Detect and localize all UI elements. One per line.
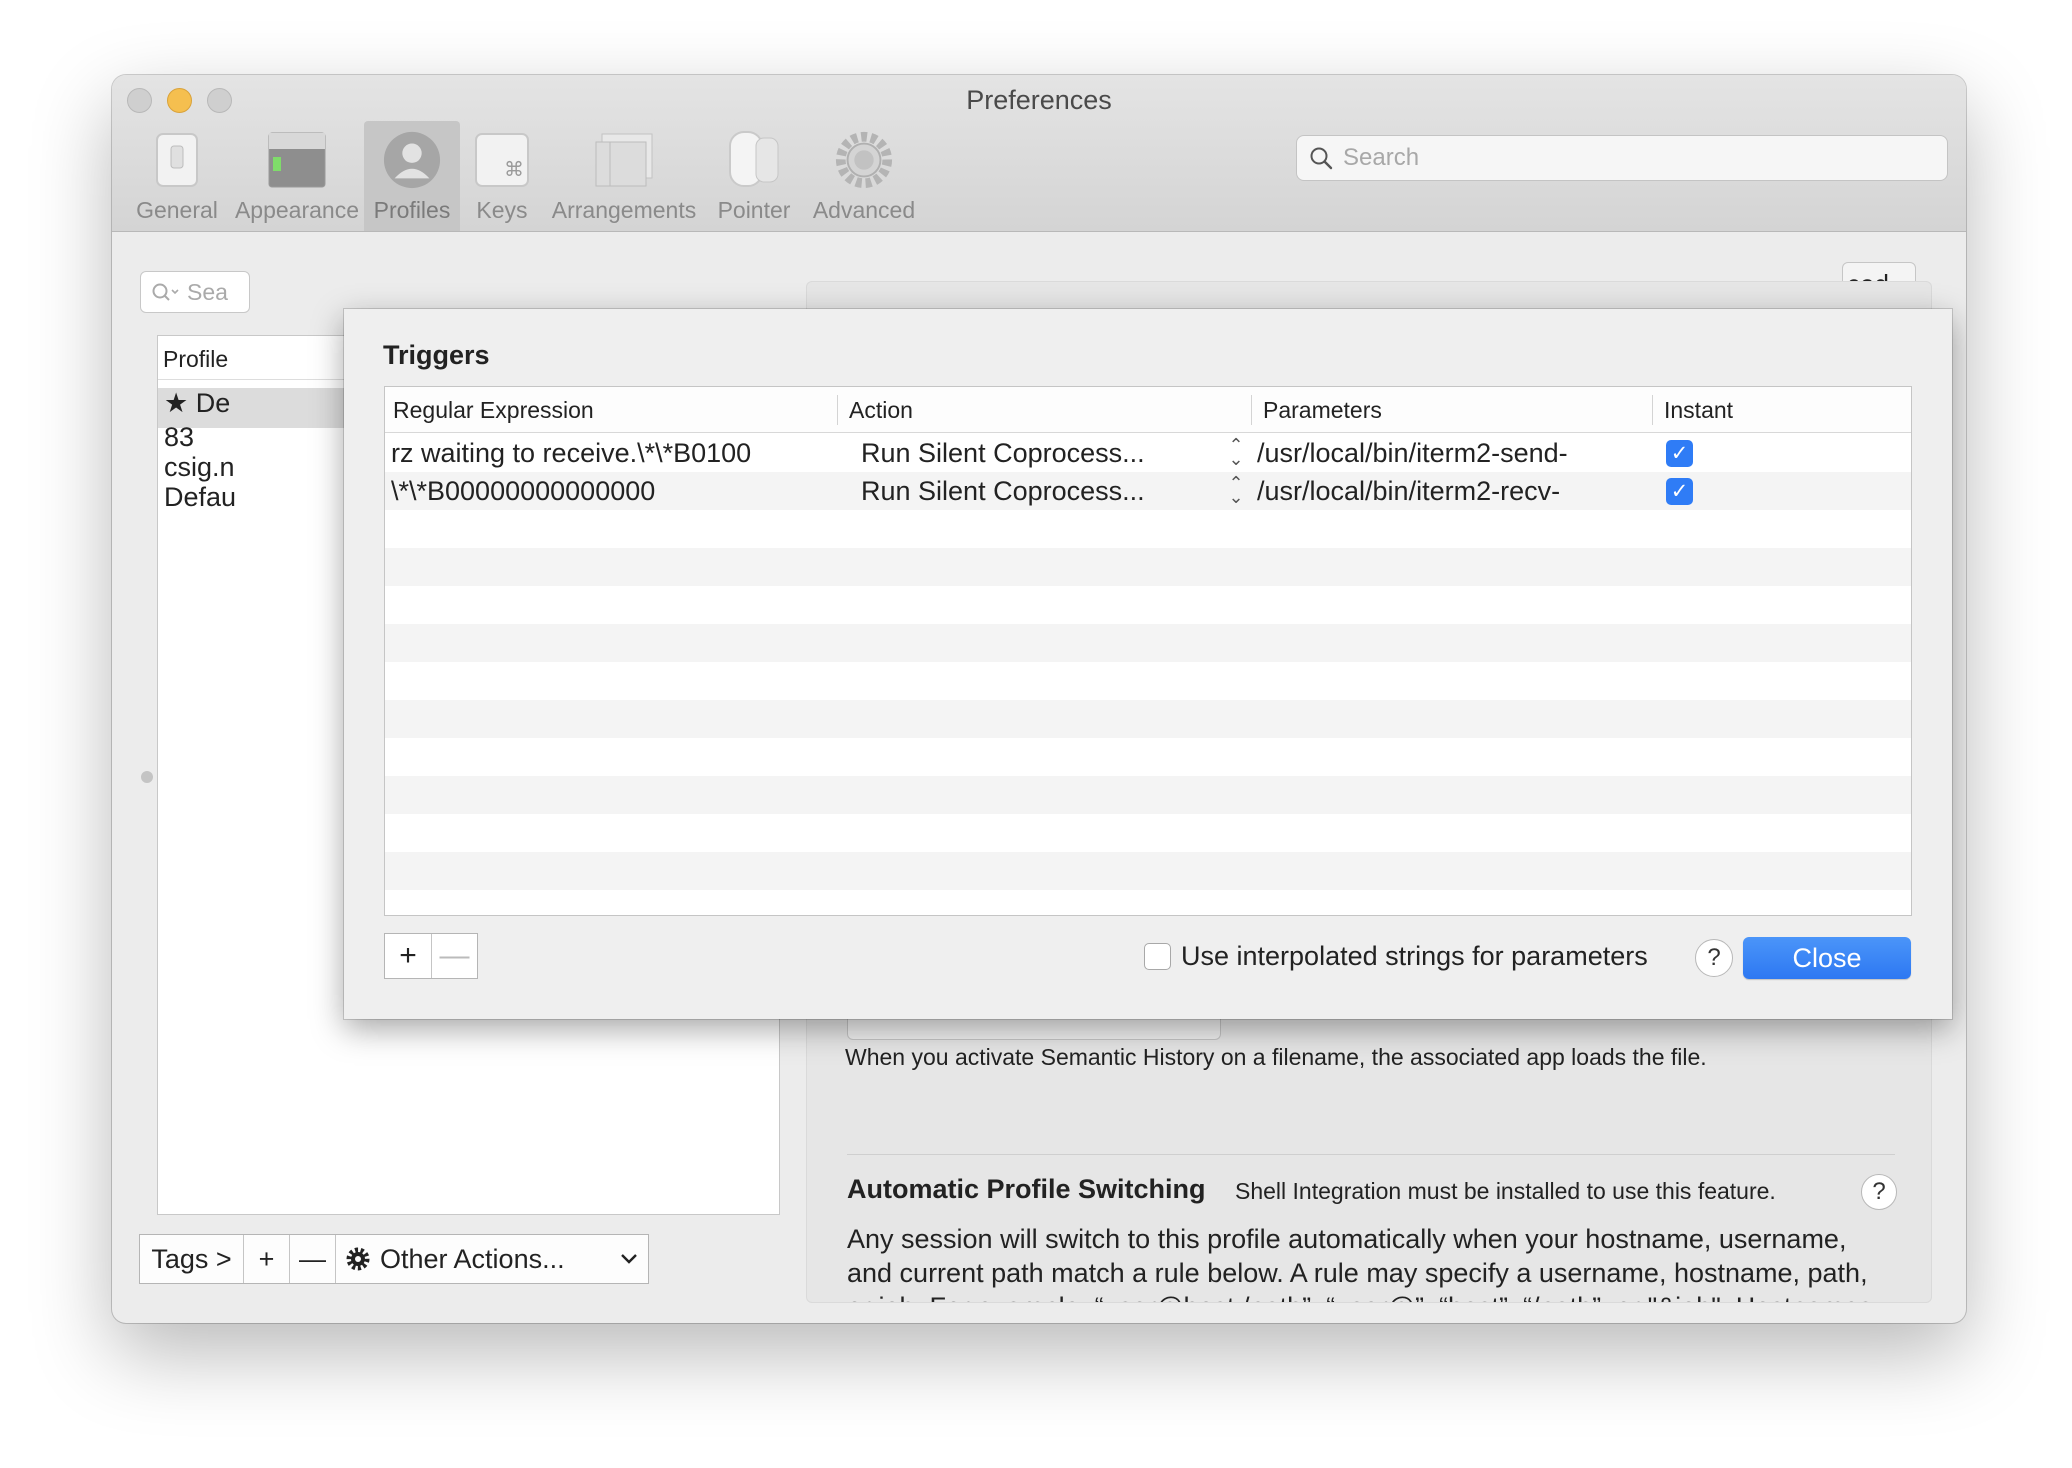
profile-search-placeholder: Sea — [187, 278, 228, 305]
tags-button[interactable]: Tags > — [140, 1235, 244, 1283]
column-separator[interactable] — [1251, 395, 1252, 425]
empty-row — [385, 548, 1911, 586]
toolbar-advanced-label: Advanced — [812, 197, 916, 223]
remove-trigger-button[interactable]: — — [431, 934, 477, 978]
empty-row — [385, 700, 1911, 738]
toolbar-advanced[interactable]: Advanced — [802, 121, 926, 231]
preferences-window: Preferences General Appearance Profiles … — [112, 75, 1966, 1323]
trigger-add-remove-bar: + — — [384, 933, 478, 979]
action-popup-stepper-icon[interactable]: ⌃ ⌄ — [1227, 436, 1245, 468]
window-icon — [267, 129, 327, 191]
triggers-table: Regular Expression Action Parameters Ins… — [384, 386, 1912, 916]
toolbar-general-label: General — [136, 197, 218, 223]
toolbar-appearance-label: Appearance — [234, 197, 360, 223]
toolbar-profiles-label: Profiles — [373, 197, 451, 223]
empty-row — [385, 510, 1911, 548]
empty-row — [385, 814, 1911, 852]
action-cell[interactable]: Run Silent Coprocess... — [861, 438, 1145, 469]
empty-row — [385, 586, 1911, 624]
title-bar: Preferences General Appearance Profiles … — [112, 75, 1966, 232]
switch-icon — [147, 129, 207, 191]
triggers-help-button[interactable]: ? — [1695, 939, 1733, 977]
empty-row — [385, 624, 1911, 662]
search-icon — [152, 283, 179, 301]
sheet-title: Triggers — [383, 340, 490, 370]
windows-arrangement-icon — [594, 129, 654, 191]
empty-row — [385, 852, 1911, 890]
column-header-action[interactable]: Action — [841, 387, 913, 433]
table-row[interactable]: \*\*B00000000000000 Run Silent Coprocess… — [385, 472, 1911, 510]
interpolated-strings-label: Use interpolated strings for parameters — [1181, 941, 1648, 971]
aps-heading: Automatic Profile Switching — [847, 1174, 1206, 1204]
column-separator[interactable] — [837, 395, 838, 425]
profiles-bottom-bar: Tags > + — Other Actions... — [139, 1234, 649, 1284]
toolbar-pointer[interactable]: Pointer — [706, 121, 802, 231]
person-icon — [382, 129, 442, 191]
preferences-search-field[interactable] — [1296, 135, 1948, 181]
help-glyph: ? — [1872, 1178, 1886, 1205]
interpolated-strings-option[interactable]: Use interpolated strings for parameters — [1144, 941, 1648, 972]
empty-row — [385, 662, 1911, 700]
regex-cell[interactable]: \*\*B00000000000000 — [391, 476, 655, 507]
column-separator[interactable] — [1652, 395, 1653, 425]
aps-help-button[interactable]: ? — [1861, 1174, 1897, 1210]
other-actions-menu[interactable]: Other Actions... — [336, 1235, 648, 1283]
toolbar-arrangements-label: Arrangements — [551, 197, 697, 223]
svg-text:⌘: ⌘ — [504, 157, 524, 181]
table-header: Regular Expression Action Parameters Ins… — [385, 387, 1911, 433]
empty-row — [385, 738, 1911, 776]
empty-row — [385, 890, 1911, 915]
profile-search-field[interactable]: Sea — [140, 271, 250, 313]
toolbar-appearance[interactable]: Appearance — [230, 121, 364, 231]
toolbar-keys-label: Keys — [476, 197, 528, 223]
gear-icon — [346, 1247, 370, 1271]
table-row[interactable]: rz waiting to receive.\*\*B0100 Run Sile… — [385, 434, 1911, 472]
parameters-cell[interactable]: /usr/local/bin/iterm2-recv- — [1257, 476, 1560, 507]
instant-checkbox[interactable]: ✓ — [1666, 440, 1693, 467]
regex-cell[interactable]: rz waiting to receive.\*\*B0100 — [391, 438, 751, 469]
action-popup-stepper-icon[interactable]: ⌃ ⌄ — [1227, 474, 1245, 506]
toolbar-arrangements[interactable]: Arrangements — [544, 121, 704, 231]
action-cell[interactable]: Run Silent Coprocess... — [861, 476, 1145, 507]
add-profile-button[interactable]: + — [244, 1235, 290, 1283]
toolbar-keys[interactable]: ⌘ Keys — [460, 121, 544, 231]
mouse-icon — [724, 129, 784, 191]
column-header-regex[interactable]: Regular Expression — [385, 387, 594, 433]
checkmark-icon: ✓ — [1670, 442, 1689, 465]
instant-checkbox[interactable]: ✓ — [1666, 478, 1693, 505]
parameters-cell[interactable]: /usr/local/bin/iterm2-send- — [1257, 438, 1568, 469]
checkmark-icon: ✓ — [1670, 480, 1689, 503]
search-icon — [1310, 147, 1333, 170]
triggers-sheet: Triggers Regular Expression Action Param… — [344, 309, 1952, 1019]
empty-row — [385, 776, 1911, 814]
close-button[interactable]: Close — [1743, 937, 1911, 979]
window-title: Preferences — [966, 85, 1112, 115]
add-trigger-button[interactable]: + — [385, 934, 431, 978]
other-actions-label: Other Actions... — [380, 1243, 565, 1274]
toolbar-general[interactable]: General — [124, 121, 230, 231]
column-header-parameters[interactable]: Parameters — [1255, 387, 1382, 433]
interpolated-strings-checkbox[interactable] — [1144, 943, 1171, 970]
split-view-handle[interactable] — [141, 771, 153, 783]
semantic-history-note: When you activate Semantic History on a … — [845, 1044, 1707, 1070]
gear-icon — [834, 129, 894, 191]
command-key-icon: ⌘ — [472, 129, 532, 191]
help-glyph: ? — [1707, 944, 1721, 971]
toolbar-profiles[interactable]: Profiles — [364, 121, 460, 231]
search-input[interactable] — [1343, 144, 1923, 172]
chevron-down-icon — [621, 1254, 637, 1264]
toolbar-pointer-label: Pointer — [717, 197, 791, 223]
remove-profile-button[interactable]: — — [290, 1235, 336, 1283]
aps-note: Shell Integration must be installed to u… — [1235, 1178, 1776, 1204]
section-divider — [847, 1154, 1895, 1155]
column-header-instant[interactable]: Instant — [1656, 387, 1733, 433]
aps-description: Any session will switch to this profile … — [847, 1224, 1880, 1302]
